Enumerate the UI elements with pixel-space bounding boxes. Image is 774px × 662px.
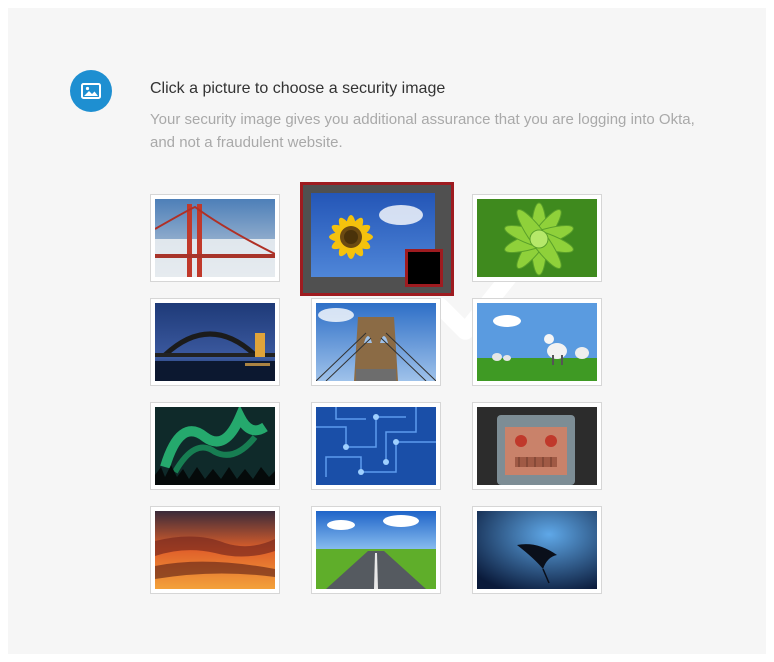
image-tile-sydney-harbour-bridge[interactable] [150,298,280,386]
image-tile-country-road[interactable] [311,506,441,594]
page-title: Click a picture to choose a security ima… [150,80,446,97]
image-tile-toy-robot[interactable] [472,402,602,490]
image-icon-badge [70,70,112,112]
image-tile-sunflower[interactable] [300,182,525,340]
sunset-clouds-image [155,511,275,589]
page-description: Your security image gives you additional… [150,111,695,151]
image-tile-succulent-plant[interactable] [472,194,602,282]
image-tile-lambs-on-grass[interactable] [472,298,602,386]
image-tile-sunset-clouds[interactable] [150,506,280,594]
manta-ray-image [477,511,597,589]
circuit-board-image [316,407,436,485]
image-icon [81,83,101,99]
toy-robot-image [477,407,597,485]
country-road-image [316,511,436,589]
lambs-on-grass-image [477,303,597,381]
image-tile-golden-gate-bridge[interactable] [150,194,280,282]
golden-gate-bridge-image [155,199,275,277]
northern-lights-image [155,407,275,485]
succulent-plant-image [477,199,597,277]
sydney-harbour-bridge-image [155,303,275,381]
image-tile-northern-lights[interactable] [150,402,280,490]
image-tile-circuit-board[interactable] [311,402,441,490]
selected-checkmark [405,249,525,340]
image-tile-manta-ray[interactable] [472,506,602,594]
image-tile-brooklyn-bridge[interactable] [311,298,441,386]
brooklyn-bridge-image [316,303,436,381]
